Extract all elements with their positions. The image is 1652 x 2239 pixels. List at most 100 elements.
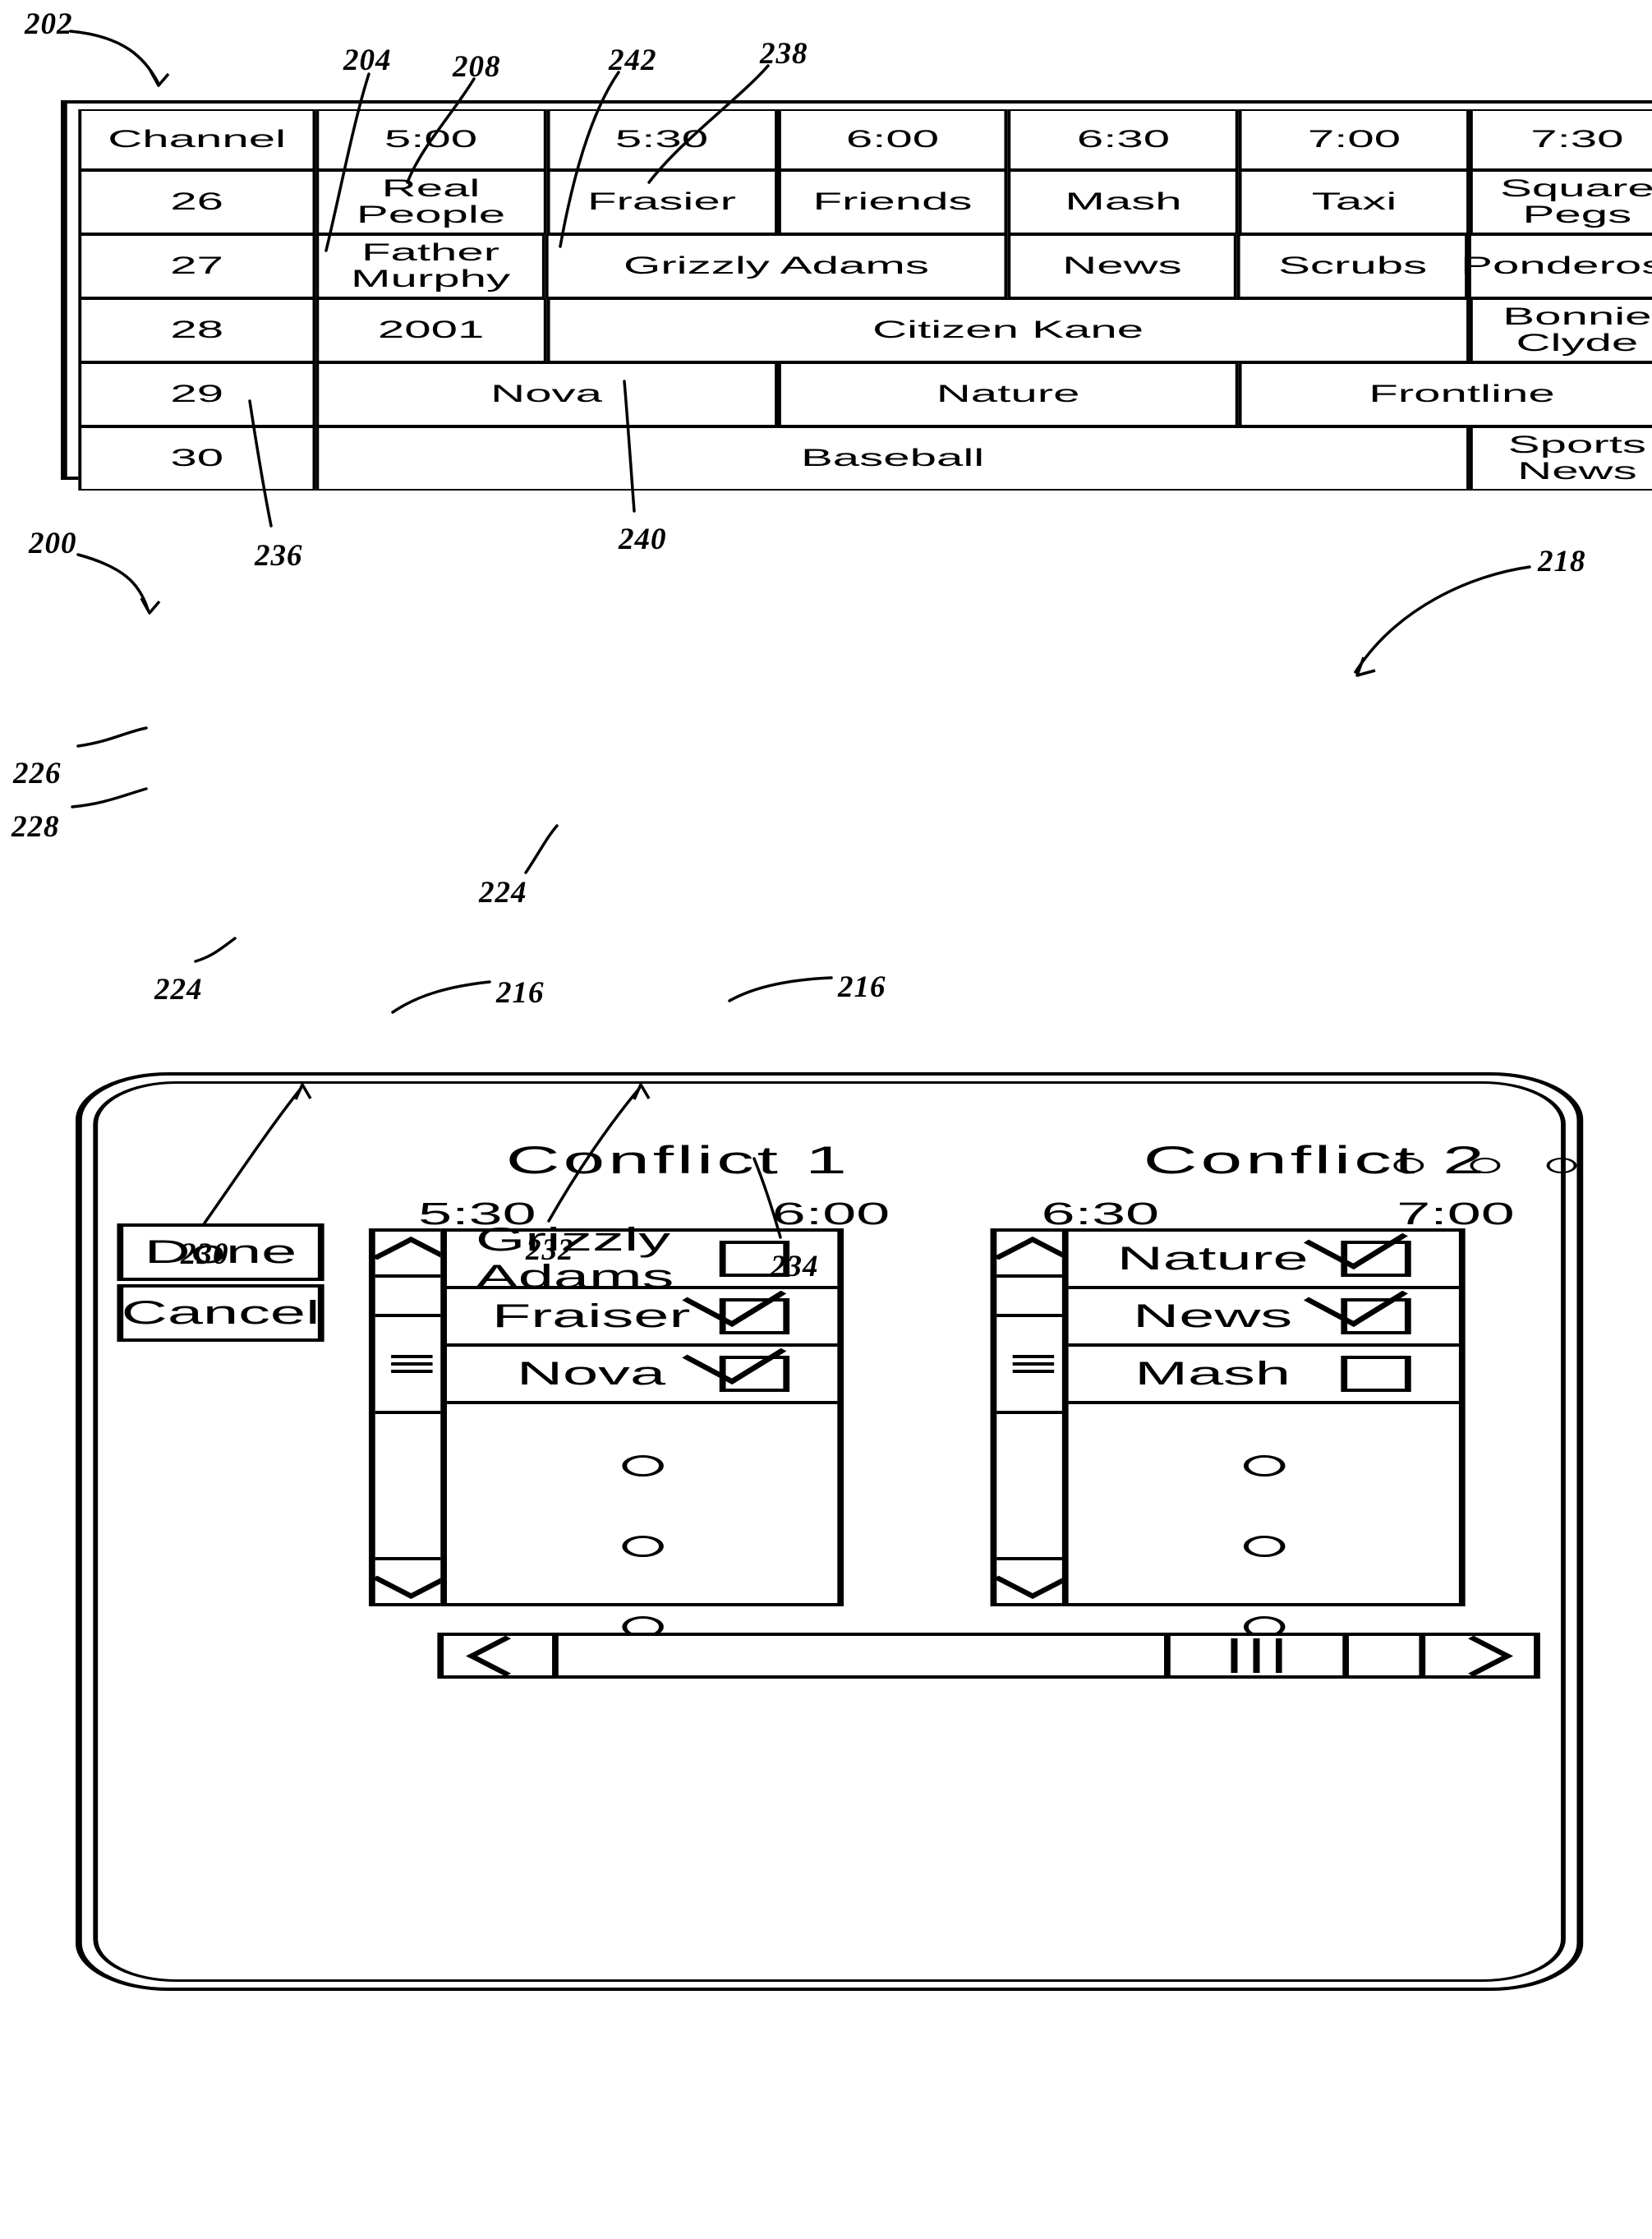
scrollbar-track[interactable]	[559, 1636, 1164, 1675]
grid-program-cell[interactable]: Taxi	[1239, 170, 1470, 234]
chevron-right-icon	[1433, 1635, 1512, 1676]
grid-program-cell[interactable]: Square Pegs	[1470, 170, 1652, 234]
list-item[interactable]: Nature	[1068, 1232, 1459, 1289]
scrollbar-track-right[interactable]	[1349, 1636, 1419, 1675]
list-item[interactable]: Mash	[1068, 1347, 1459, 1404]
program-title: Citizen Kane	[872, 316, 1144, 343]
ref-202: 202	[25, 7, 73, 41]
grid-program-cell[interactable]: Grizzly Adams	[545, 234, 1007, 298]
ellipsis-dot-icon	[621, 1536, 663, 1557]
grip-icon	[390, 1355, 432, 1373]
grip-icon	[1011, 1355, 1054, 1373]
grid-col-530: 5:30	[546, 109, 778, 170]
grid-program-cell[interactable]: Nova	[315, 362, 778, 426]
grid-channel-number: 30	[78, 426, 316, 491]
list-item-label: News	[1133, 1297, 1293, 1334]
ref-240: 240	[619, 523, 667, 556]
grid-program-cell[interactable]: Mash	[1008, 170, 1240, 234]
conflict-2-program-list: Nature News Mash	[1061, 1228, 1466, 1638]
program-title: Grizzly Adams	[624, 251, 929, 279]
conflict-1-title: Conflict 1	[505, 1138, 850, 1182]
ellipsis-dot-icon	[1393, 1158, 1424, 1173]
scroll-up-button[interactable]	[992, 1232, 1072, 1278]
cancel-button[interactable]: Cancel	[117, 1284, 324, 1342]
program-title: Mash	[1065, 187, 1182, 215]
list-item[interactable]: Nova	[447, 1347, 838, 1404]
grid-program-cell[interactable]: Frasier	[546, 170, 778, 234]
program-title: Taxi	[1311, 187, 1397, 215]
conflict-dialog: Conflict 1 Conflict 2 5:30 6:00 6:30 7:0…	[76, 1072, 1584, 1991]
list-item[interactable]: Fraiser	[447, 1289, 838, 1347]
grid-col-label: 6:30	[1076, 125, 1171, 153]
ref-224-right: 224	[479, 876, 527, 910]
grid-program-cell[interactable]: Real People	[315, 170, 547, 234]
list-item[interactable]: News	[1068, 1289, 1459, 1347]
ref-236: 236	[255, 539, 303, 573]
program-title: Sports News	[1507, 431, 1647, 485]
program-title: Friends	[812, 187, 973, 215]
grid-program-cell[interactable]: News	[1006, 234, 1238, 298]
ellipsis-dot-icon	[1243, 1455, 1285, 1477]
grid-col-700: 7:00	[1239, 109, 1470, 170]
grid-col-600: 6:00	[777, 109, 1009, 170]
scroll-down-button[interactable]	[371, 1557, 451, 1603]
scroll-down-button[interactable]	[992, 1557, 1072, 1603]
ref-238: 238	[760, 37, 808, 71]
grid-program-cell[interactable]: 2001	[315, 298, 547, 362]
program-title: Nature	[936, 380, 1080, 408]
grid-program-cell[interactable]: Scrubs	[1237, 234, 1468, 298]
chevron-down-icon	[992, 1558, 1072, 1599]
grid-program-cell[interactable]: Frontline	[1239, 362, 1652, 426]
record-checkbox-checked[interactable]	[1341, 1298, 1411, 1334]
grid-program-cell[interactable]: Baseball	[315, 426, 1470, 491]
grid-col-label: 7:30	[1530, 125, 1624, 153]
conflict-1-empty-region	[447, 1404, 837, 1638]
chevron-up-icon	[371, 1236, 451, 1277]
ellipsis-dot-icon	[1243, 1536, 1285, 1557]
list-item-label: Fraiser	[491, 1297, 691, 1334]
patent-figure: Channel 5:00 5:30 6:00 6:30 7:00 7:30 26…	[0, 0, 1652, 2239]
grid-header-row: Channel 5:00 5:30 6:00 6:30 7:00 7:30	[78, 109, 1652, 170]
grid-channel-number: 28	[78, 298, 316, 362]
ref-228: 228	[12, 810, 60, 844]
grid-program-cell[interactable]: Friends	[777, 170, 1009, 234]
grid-col-channel: Channel	[78, 109, 316, 170]
grid-program-cell[interactable]: Citizen Kane	[546, 298, 1470, 362]
program-title: Frontline	[1369, 380, 1555, 408]
ref-234: 234	[771, 1250, 819, 1283]
program-title: Square Pegs	[1500, 174, 1652, 228]
scroll-right-button[interactable]	[1419, 1635, 1534, 1676]
horizontal-scrollbar[interactable]	[437, 1633, 1540, 1679]
grid-col-500: 5:00	[315, 109, 547, 170]
ref-216-right: 216	[838, 970, 886, 1004]
grid-program-cell[interactable]: Father Murphy	[315, 234, 546, 298]
grid-program-cell[interactable]: Nature	[777, 362, 1240, 426]
channel-label: 27	[170, 251, 223, 279]
scroll-up-button[interactable]	[371, 1232, 451, 1278]
grid-program-cell[interactable]: Ponderosa	[1461, 234, 1652, 298]
grid-row-29: 29 Nova Nature Frontline	[78, 362, 1652, 426]
program-title: Father Murphy	[351, 238, 511, 293]
chevron-down-icon	[371, 1558, 451, 1599]
scroll-left-button[interactable]	[444, 1635, 559, 1676]
program-guide-grid: Channel 5:00 5:30 6:00 6:30 7:00 7:30 26…	[61, 100, 1652, 491]
scrollbar-thumb[interactable]	[996, 1314, 1069, 1414]
grid-col-730: 7:30	[1470, 109, 1652, 170]
grid-program-cell[interactable]: Sports News	[1469, 426, 1652, 491]
scrollbar-thumb[interactable]	[375, 1314, 448, 1414]
grid-program-cell[interactable]: Bonnie Clyde	[1469, 298, 1652, 362]
more-items-dots	[1243, 1455, 1285, 1638]
grid-col-label: 7:00	[1307, 125, 1401, 153]
grid-col-label: 5:00	[384, 125, 478, 153]
record-checkbox[interactable]	[1341, 1356, 1411, 1392]
scrollbar-thumb[interactable]	[1164, 1636, 1350, 1675]
list-item-label: Mash	[1134, 1355, 1291, 1392]
list-item-label: Nova	[516, 1355, 666, 1392]
grid-channel-number: 29	[78, 362, 316, 426]
channel-label: 29	[170, 380, 224, 408]
chevron-up-icon	[992, 1236, 1072, 1277]
program-title: Frasier	[587, 187, 737, 215]
ellipsis-dot-icon	[1546, 1158, 1577, 1173]
record-checkbox-checked[interactable]	[719, 1356, 790, 1392]
ref-208: 208	[453, 50, 501, 84]
